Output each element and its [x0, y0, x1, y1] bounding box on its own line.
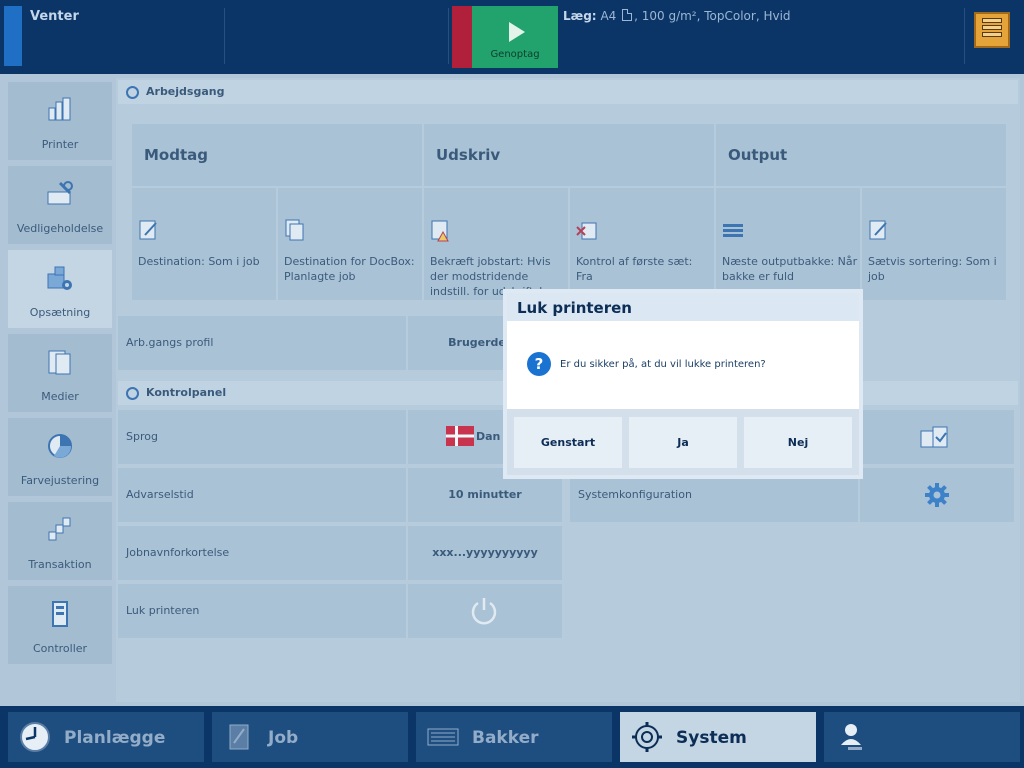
load-media-info: Læg: A4 , 100 g/m², TopColor, Hvid: [563, 9, 791, 23]
server-icon[interactable]: [974, 12, 1010, 48]
nav-system[interactable]: System: [620, 712, 816, 762]
shutdown-dialog: Luk printeren ? Er du sikker på, at du v…: [503, 289, 863, 479]
nav-schedule[interactable]: Planlægge: [8, 712, 204, 762]
clock-icon: [20, 722, 50, 752]
resume-label: Genoptag: [490, 49, 540, 60]
user-key-icon: [841, 724, 862, 750]
restart-button[interactable]: Genstart: [514, 417, 622, 468]
status-indicator: [4, 6, 22, 66]
load-size: A4: [600, 9, 617, 23]
yes-button[interactable]: Ja: [629, 417, 737, 468]
play-icon: [509, 22, 525, 42]
nav-job[interactable]: Job: [212, 712, 408, 762]
dialog-title: Luk printeren: [507, 293, 859, 321]
dialog-message: Er du sikker på, at du vil lukke printer…: [560, 359, 766, 370]
tray-icon: [427, 728, 459, 746]
resume-button[interactable]: Genoptag: [472, 6, 558, 68]
gear-icon: [632, 722, 662, 752]
bottom-navigation: Planlægge Job Bakker System: [0, 706, 1024, 768]
printer-status: Venter: [30, 9, 79, 24]
nav-user-login[interactable]: [824, 712, 1020, 762]
document-icon: [622, 9, 633, 21]
top-status-bar: Venter Genoptag Læg: A4 , 100 g/m², TopC…: [0, 0, 1024, 74]
nav-trays[interactable]: Bakker: [416, 712, 612, 762]
divider: [964, 8, 965, 64]
dialog-footer: Genstart Ja Nej: [507, 409, 859, 475]
question-icon: ?: [527, 352, 551, 376]
divider: [448, 8, 449, 64]
stop-button[interactable]: [452, 6, 472, 68]
job-icon: [229, 724, 249, 750]
load-label: Læg:: [563, 9, 597, 23]
no-button[interactable]: Nej: [744, 417, 852, 468]
load-details: , 100 g/m², TopColor, Hvid: [634, 9, 791, 23]
divider: [224, 8, 225, 64]
